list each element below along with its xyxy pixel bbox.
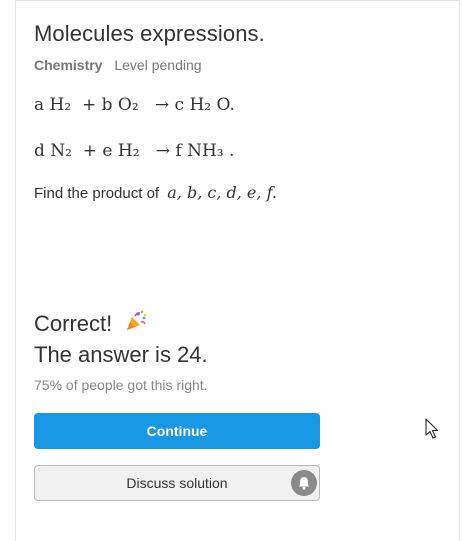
question-text: Find the product of a, b, c, d, e, f. xyxy=(34,183,277,202)
equation-ammonia: d N₂ + e H₂ → f NH₃ . xyxy=(34,141,235,161)
question-prompt: Find the product of xyxy=(34,185,160,202)
answer-text: The answer is 24. xyxy=(34,342,208,367)
correct-label: Correct! xyxy=(34,311,113,336)
continue-button[interactable]: Continue xyxy=(34,413,320,449)
level-label: Level pending xyxy=(114,57,202,73)
discuss-solution-label: Discuss solution xyxy=(126,475,228,491)
correct-heading: Correct! xyxy=(34,309,148,339)
question-variables: a, b, c, d, e, f. xyxy=(167,183,277,202)
equation-water: a H₂ + b O₂ → c H₂ O. xyxy=(34,95,235,115)
problem-card: Molecules expressions. Chemistry Level p… xyxy=(15,0,460,541)
success-stat: 75% of people got this right. xyxy=(34,377,208,393)
problem-title: Molecules expressions. xyxy=(34,21,265,46)
problem-meta: Chemistry Level pending xyxy=(34,57,202,73)
party-popper-icon xyxy=(124,309,148,339)
bell-icon xyxy=(291,470,317,496)
mouse-cursor-icon xyxy=(425,418,439,445)
discuss-solution-button[interactable]: Discuss solution xyxy=(34,465,320,501)
subject-label: Chemistry xyxy=(34,57,103,73)
